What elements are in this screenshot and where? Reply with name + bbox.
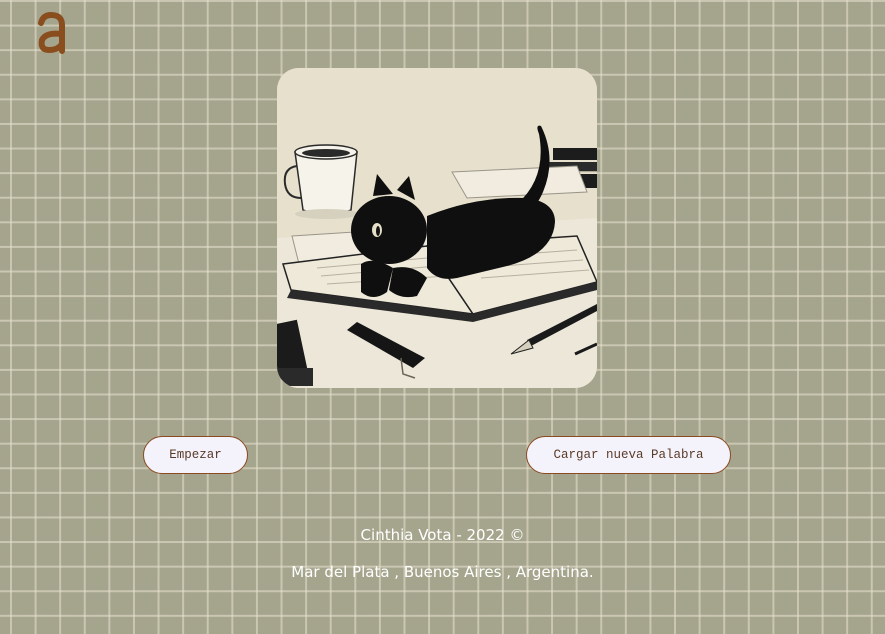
- black-cat-on-book-illustration: [277, 68, 597, 388]
- footer-credit: Cinthia Vota - 2022 ©: [360, 526, 525, 544]
- logo: [36, 11, 68, 54]
- letter-a-logo-icon: [38, 11, 65, 54]
- start-button[interactable]: Empezar: [143, 436, 248, 474]
- load-new-word-button[interactable]: Cargar nueva Palabra: [526, 436, 731, 474]
- hero-image: [277, 68, 597, 388]
- footer-location: Mar del Plata , Buenos Aires , Argentina…: [291, 563, 594, 581]
